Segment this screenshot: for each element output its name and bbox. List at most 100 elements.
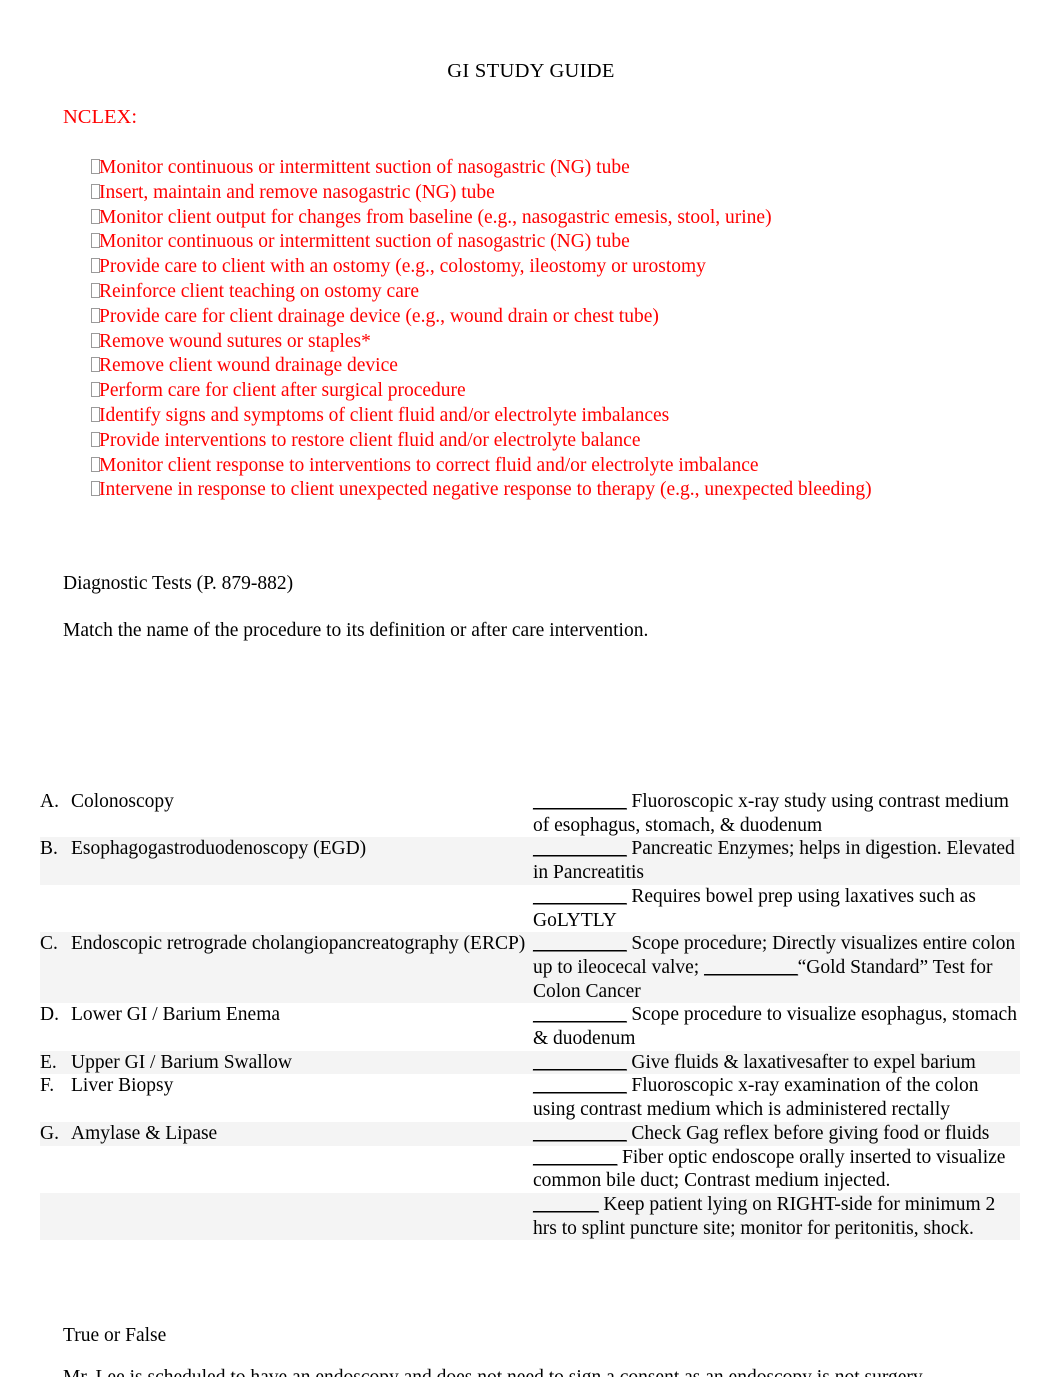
answer-blank[interactable]: __________ [533,1004,627,1025]
definition-cell: __________ Scope procedure; Directly vis… [533,932,1020,1003]
definition-cell: __________ Pancreatic Enzymes; helps in … [533,837,1020,884]
missing-glyph-box-icon [63,454,100,479]
nclex-bullet-list: Monitor continuous or intermittent sucti… [63,156,943,503]
nclex-bullet-item: Monitor client output for changes from b… [63,206,943,231]
nclex-bullet-item: Insert, maintain and remove nasogastric … [63,181,943,206]
nclex-bullet-item: Perform care for client after surgical p… [63,379,943,404]
nclex-bullet-label: Identify signs and symptoms of client fl… [99,404,670,426]
matching-table: A. Colonoscopy __________ Fluoroscopic x-r… [40,790,1020,1241]
answer-blank[interactable]: _________ [533,1147,618,1168]
nclex-bullet-label: Monitor continuous or intermittent sucti… [99,157,630,178]
nclex-bullet-item: Provide care to client with an ostomy (e… [63,255,943,280]
procedure-cell: A. Colonoscopy [40,790,533,837]
procedure-name: Lower GI / Barium Enema [71,1004,281,1026]
nclex-bullet-label: Monitor client output for changes from b… [99,206,772,228]
procedure-cell: D. Lower GI / Barium Enema [40,1003,533,1050]
table-row: __________ Requires bowel prep using lax… [40,884,1020,933]
procedure-item: G. Amylase & Lipase [40,1122,533,1146]
procedure-cell [40,885,533,932]
table-row: B. Esophagogastroduodenoscopy (EGD) ______… [40,837,1020,885]
nclex-bullet-label: Monitor continuous or intermittent sucti… [99,231,630,253]
definition-cell: __________ Check Gag reflex before givin… [533,1122,1020,1146]
procedure-cell: C. Endoscopic retrograde cholangiopancrea… [40,932,533,1003]
procedure-cell: E. Upper GI / Barium Swallow [40,1051,533,1075]
procedure-item: C. Endoscopic retrograde cholangiopancrea… [40,932,533,956]
definition-item: __________ Scope procedure; Directly vis… [533,932,1020,1003]
nclex-bullet-label: Provide interventions to restore client … [99,429,641,451]
answer-blank[interactable]: __________ [533,791,627,812]
answer-blank[interactable]: _______ [533,1194,599,1215]
answer-blank[interactable]: __________ [704,957,798,978]
procedure-name: Endoscopic retrograde cholangiopancreato… [71,933,526,955]
nclex-bullet-label: Perform care for client after surgical p… [99,380,466,402]
nclex-bullet-label: Insert, maintain and remove nasogastric … [99,181,495,203]
table-row: F. Liver Biopsy __________ Fluoroscopic x-… [40,1074,1020,1122]
definition-item: __________ Give fluids & laxativesafter … [533,1051,1020,1075]
answer-blank[interactable]: __________ [533,1052,627,1073]
nclex-bullet-label: Monitor client response to interventions… [99,454,759,476]
table-row: D. Lower GI / Barium Enema __________ Scop… [40,1003,1020,1051]
true-false-heading: True or False [63,1325,167,1346]
procedure-name: Esophagogastroduodenoscopy (EGD) [71,838,367,860]
nclex-bullet-label: Provide care for client drainage device … [99,305,659,327]
procedure-cell: G. Amylase & Lipase [40,1122,533,1146]
procedure-letter: A. [40,791,59,812]
table-row: C. Endoscopic retrograde cholangiopancrea… [40,932,1020,1004]
definition-cell: _________ Fiber optic endoscope orally i… [533,1146,1020,1193]
definition-item: _______ Keep patient lying on RIGHT-side… [533,1193,1020,1240]
missing-glyph-box-icon [63,156,100,181]
nclex-bullet-item: Remove wound sutures or staples* [63,330,943,355]
answer-blank[interactable]: __________ [533,1123,627,1144]
definition-text: Check Gag reflex before giving food or f… [626,1122,990,1144]
answer-blank[interactable]: __________ [533,886,627,907]
nclex-bullet-item: Identify signs and symptoms of client fl… [63,404,943,429]
table-row: A. Colonoscopy __________ Fluoroscopic x-r… [40,790,1020,838]
page-title: GI STUDY GUIDE [447,60,615,82]
missing-glyph-box-icon [63,305,100,330]
definition-item: __________ Fluoroscopic x-ray examinatio… [533,1074,1020,1121]
nclex-bullet-label: Intervene in response to client unexpect… [99,479,872,501]
procedure-item: E. Upper GI / Barium Swallow [40,1051,533,1075]
empty-cell [40,1193,533,1217]
missing-glyph-box-icon [63,354,100,379]
true-false-question: Mr. Lee is scheduled to have an endoscop… [63,1366,1023,1377]
empty-cell [40,1146,533,1170]
nclex-bullet-item: Remove client wound drainage device [63,354,943,379]
procedure-letter: E. [40,1051,57,1073]
nclex-bullet-label: Provide care to client with an ostomy (e… [99,256,706,278]
missing-glyph-box-icon [63,206,100,231]
missing-glyph-box-icon [63,255,100,280]
nclex-bullet-item: Monitor continuous or intermittent sucti… [63,230,943,255]
table-row: G. Amylase & Lipase __________ Check Gag r… [40,1121,1020,1146]
procedure-name: Liver Biopsy [71,1075,174,1097]
procedure-name: Amylase & Lipase [71,1122,218,1144]
matching-instruction: Match the name of the procedure to its d… [63,620,649,641]
missing-glyph-box-icon [63,280,100,305]
definition-cell: __________ Fluoroscopic x-ray study usin… [533,790,1020,837]
procedure-item: A. Colonoscopy [40,790,533,814]
missing-glyph-box-icon [63,379,100,404]
missing-glyph-box-icon [63,404,100,429]
definition-item: __________ Requires bowel prep using lax… [533,885,1020,932]
procedure-letter: F. [40,1075,55,1097]
definition-item: __________ Check Gag reflex before givin… [533,1122,1020,1146]
procedure-item: D. Lower GI / Barium Enema [40,1003,533,1027]
procedure-letter: B. [40,838,58,860]
definition-cell: __________ Give fluids & laxativesafter … [533,1051,1020,1075]
procedure-item: F. Liver Biopsy [40,1074,533,1098]
procedure-cell [40,1146,533,1193]
nclex-bullet-item: Intervene in response to client unexpect… [63,478,943,503]
answer-blank[interactable]: __________ [533,933,627,954]
nclex-bullet-label: Remove client wound drainage device [99,355,398,377]
definition-cell: __________ Fluoroscopic x-ray examinatio… [533,1074,1020,1121]
missing-glyph-box-icon [63,478,100,503]
definition-text: Give fluids & laxativesafter to expel ba… [626,1051,976,1073]
definition-cell: __________ Scope procedure to visualize … [533,1003,1020,1050]
definition-item: __________ Fluoroscopic x-ray study usin… [533,790,1020,837]
missing-glyph-box-icon [63,330,100,355]
answer-blank[interactable]: __________ [533,838,627,859]
definition-cell: _______ Keep patient lying on RIGHT-side… [533,1193,1020,1240]
nclex-bullet-label: Reinforce client teaching on ostomy care [99,280,419,302]
missing-glyph-box-icon [63,429,100,454]
answer-blank[interactable]: __________ [533,1075,627,1096]
